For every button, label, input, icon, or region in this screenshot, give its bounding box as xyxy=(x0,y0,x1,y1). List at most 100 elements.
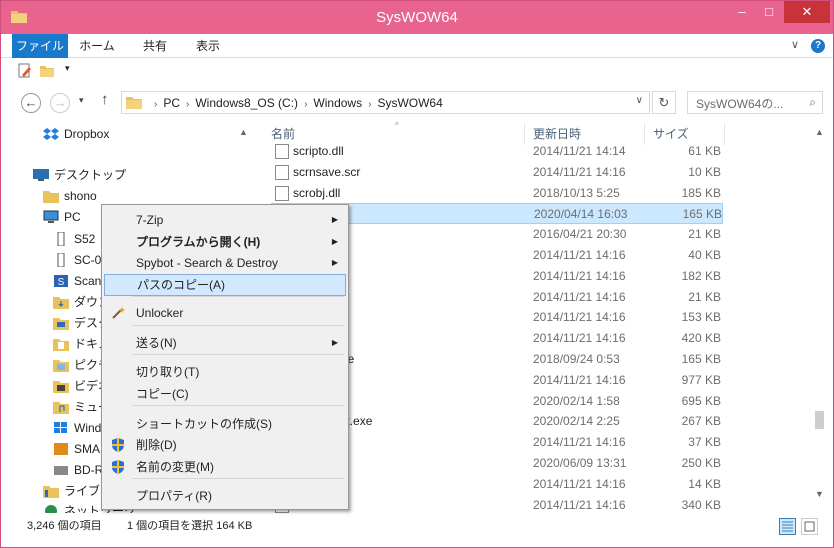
context-menu-label: 削除(D) xyxy=(136,438,177,452)
breadcrumb-separator[interactable]: › xyxy=(362,99,377,110)
qat-dropdown-icon[interactable]: ▾ xyxy=(65,63,70,74)
context-menu-item[interactable]: Unlocker xyxy=(104,302,346,324)
new-folder-icon[interactable] xyxy=(39,63,55,79)
nav-item-pc[interactable]: PC xyxy=(43,207,81,227)
back-button[interactable]: ← xyxy=(21,93,41,113)
address-dropdown-icon[interactable]: ∨ xyxy=(636,95,643,106)
context-menu-item[interactable]: 7-Zip ▶ xyxy=(104,209,346,231)
nav-item-windows-drive[interactable]: Wind xyxy=(53,418,101,438)
menu-separator xyxy=(132,478,344,479)
windows-drive-icon xyxy=(54,421,67,433)
context-menu-item[interactable]: Spybot - Search & Destroy ▶ xyxy=(104,252,346,274)
tab-file[interactable]: ファイル xyxy=(12,34,68,58)
nav-item-dropbox[interactable]: Dropbox xyxy=(43,124,109,144)
context-menu-item[interactable]: パスのコピー(A) xyxy=(104,274,346,296)
context-menu-label: 7-Zip xyxy=(136,213,164,227)
menu-separator xyxy=(132,325,344,326)
nav-item-s52[interactable]: S52 xyxy=(53,229,95,249)
context-menu-label: ショートカットの作成(S) xyxy=(136,417,272,431)
dropbox-icon xyxy=(43,127,59,140)
drive-icon xyxy=(54,442,68,455)
context-menu-item[interactable]: 削除(D) xyxy=(104,434,346,456)
file-row[interactable]: scrobj.dll 2018/10/13 5:25 185 KB xyxy=(271,183,723,204)
refresh-button[interactable]: ↻ xyxy=(652,91,676,114)
breadcrumb-separator[interactable]: › xyxy=(180,99,195,110)
minimize-button[interactable]: – xyxy=(729,1,755,23)
up-button[interactable]: ↑ xyxy=(101,91,109,108)
dll-icon xyxy=(275,144,289,159)
nav-item-shono[interactable]: shono xyxy=(43,186,97,206)
desktop-icon xyxy=(33,168,49,181)
file-date: 2014/11/21 14:16 xyxy=(533,372,626,387)
submenu-arrow-icon: ▶ xyxy=(331,258,338,267)
tab-share[interactable]: 共有 xyxy=(131,34,179,58)
title-bar[interactable]: SysWOW64 – □ ✕ xyxy=(1,1,833,34)
recent-locations-button[interactable]: ▾ xyxy=(79,95,84,106)
context-menu-item[interactable]: コピー(C) xyxy=(104,383,346,405)
search-placeholder: SysWOW64の... xyxy=(696,97,784,111)
nav-item-desktop[interactable]: デスクトップ xyxy=(33,165,126,185)
details-view-button[interactable] xyxy=(779,518,796,535)
context-menu-item[interactable]: プロパティ(R) xyxy=(104,485,346,507)
breadcrumb-syswow64[interactable]: SysWOW64 xyxy=(377,96,442,110)
nav-item-scan[interactable]: S Scan xyxy=(53,271,101,291)
tab-view[interactable]: 表示 xyxy=(184,34,232,58)
context-menu-item[interactable]: 送る(N) ▶ xyxy=(104,332,346,354)
forward-button[interactable]: → xyxy=(50,93,70,113)
file-date: 2014/11/21 14:16 xyxy=(533,164,626,179)
library-icon xyxy=(43,485,59,498)
address-row: ← → ▾ ↑ › PC › Windows8_OS (C:) › Windows › Sys… xyxy=(1,85,833,117)
large-icons-view-icon xyxy=(804,521,815,532)
breadcrumb-separator[interactable]: › xyxy=(298,99,313,110)
breadcrumb: › PC › Windows8_OS (C:) › Windows › SysWOW64 xyxy=(148,96,443,110)
file-size: 153 KB xyxy=(681,310,721,325)
context-menu-item[interactable]: プログラムから開く(H) ▶ xyxy=(104,231,346,253)
file-date: 2018/10/13 5:25 xyxy=(533,185,620,200)
context-menu-item[interactable]: ショートカットの作成(S) xyxy=(104,413,346,435)
file-size: 10 KB xyxy=(688,164,721,179)
videos-folder-icon xyxy=(53,380,69,393)
file-name: scrnsave.scr xyxy=(293,164,361,179)
context-menu-item[interactable]: 切り取り(T) xyxy=(104,361,346,383)
file-date: 2020/04/14 16:03 xyxy=(534,207,628,222)
maximize-button[interactable]: □ xyxy=(756,1,782,23)
context-menu-label: Spybot - Search & Destroy xyxy=(136,256,279,270)
nav-item-sma[interactable]: SMA xyxy=(53,439,100,459)
file-date: 2020/02/14 2:25 xyxy=(533,414,620,429)
breadcrumb-windows[interactable]: Windows xyxy=(313,96,362,110)
properties-icon[interactable] xyxy=(17,63,33,79)
nav-scroll-up-icon[interactable]: ▲ xyxy=(239,127,248,137)
file-row[interactable]: scripto.dll 2014/11/21 14:14 61 KB xyxy=(271,141,723,162)
folder-icon xyxy=(126,97,142,109)
ribbon-collapse-button[interactable]: ∨ xyxy=(791,38,799,51)
file-row[interactable]: scrnsave.scr 2014/11/21 14:16 10 KB xyxy=(271,162,723,183)
nav-item-bd-r[interactable]: BD-R xyxy=(53,460,103,480)
file-size: 695 KB xyxy=(681,393,721,408)
breadcrumb-drive[interactable]: Windows8_OS (C:) xyxy=(195,96,298,110)
tab-home[interactable]: ホーム xyxy=(73,34,121,58)
explorer-window: SysWOW64 – □ ✕ ファイル ホーム 共有 表示 ∨ ? ▾ ← → … xyxy=(0,0,834,548)
context-menu-item[interactable]: 名前の変更(M) xyxy=(104,456,346,478)
music-folder-icon xyxy=(53,401,69,414)
nav-item-sc0[interactable]: SC-0 xyxy=(53,250,101,270)
network-icon xyxy=(45,504,57,513)
file-name: scripto.dll xyxy=(293,144,344,158)
menu-separator xyxy=(132,354,344,355)
vertical-scrollbar[interactable]: ▲ ▼ xyxy=(811,121,827,513)
scroll-down-icon[interactable]: ▼ xyxy=(815,489,824,499)
context-menu-label: コピー(C) xyxy=(136,387,189,401)
menu-separator xyxy=(132,405,344,406)
breadcrumb-pc[interactable]: PC xyxy=(163,96,180,110)
file-size: 165 KB xyxy=(681,352,721,366)
scroll-thumb[interactable] xyxy=(815,411,824,429)
help-icon[interactable]: ? xyxy=(811,39,825,53)
search-input[interactable]: SysWOW64の... ⌕ xyxy=(687,91,823,114)
file-date: 2014/11/21 14:16 xyxy=(533,289,626,304)
file-date: 2014/11/21 14:16 xyxy=(533,331,626,346)
address-bar[interactable]: › PC › Windows8_OS (C:) › Windows › SysWOW64 ∨ xyxy=(121,91,650,114)
file-size: 165 KB xyxy=(682,207,722,222)
large-icons-view-button[interactable] xyxy=(801,518,818,535)
scroll-up-icon[interactable]: ▲ xyxy=(815,127,824,137)
file-size: 37 KB xyxy=(688,435,721,450)
close-button[interactable]: ✕ xyxy=(784,1,830,23)
